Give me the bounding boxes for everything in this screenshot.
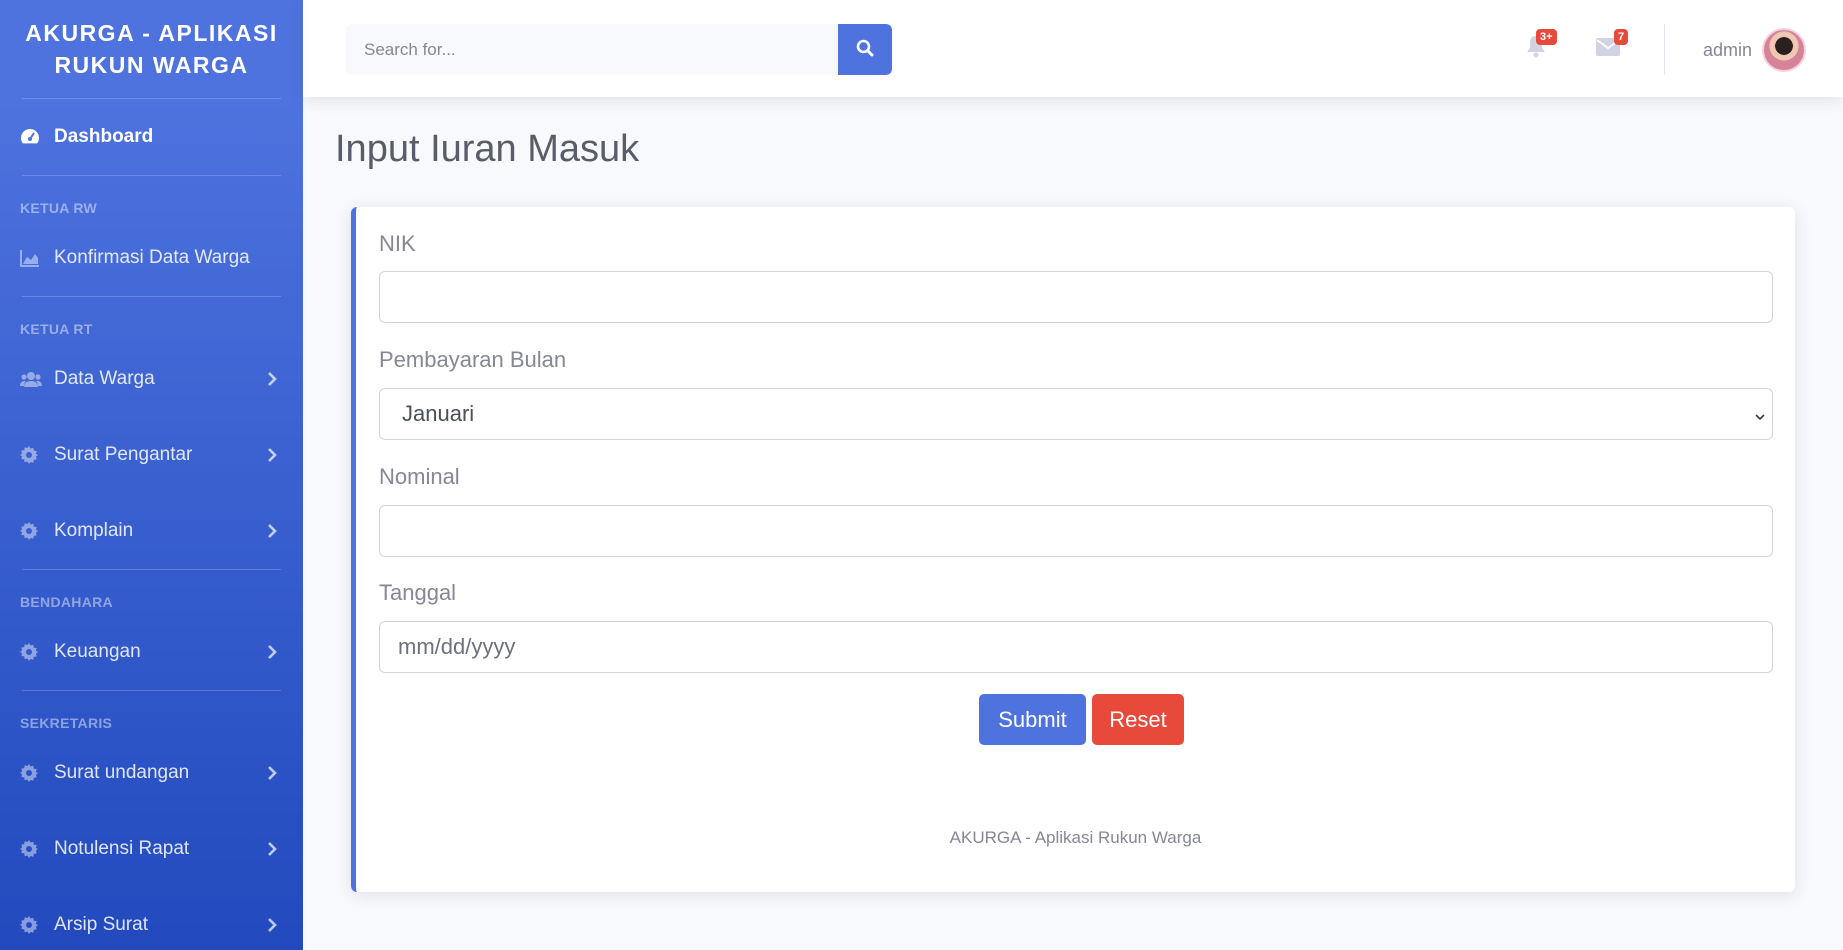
gear-icon	[20, 446, 54, 464]
user-menu[interactable]: admin	[1703, 28, 1807, 72]
sidebar-item-notulensi[interactable]: Notulensi Rapat	[0, 811, 303, 887]
search-button[interactable]	[838, 24, 892, 75]
messages-button[interactable]: 7	[1596, 29, 1629, 61]
tanggal-field[interactable]: mm/dd/yyyy	[379, 621, 1773, 673]
sidebar-item-arsip[interactable]: Arsip Surat	[0, 887, 303, 950]
gear-icon	[20, 840, 54, 858]
nominal-field[interactable]	[379, 505, 1773, 557]
search-input[interactable]	[346, 24, 838, 75]
sidebar-item-label: Arsip Surat	[54, 914, 148, 935]
gear-icon	[20, 764, 54, 782]
bulan-select[interactable]: Januari	[379, 388, 1773, 440]
sidebar-item-label: Notulensi Rapat	[54, 838, 190, 859]
tachometer-icon	[20, 127, 54, 147]
sidebar-item-label: Surat undangan	[54, 762, 190, 783]
topbar-divider	[1664, 24, 1665, 75]
chevron-right-icon	[267, 644, 277, 660]
chevron-right-icon	[267, 917, 277, 933]
sidebar-item-label: Konfirmasi Data Warga	[54, 247, 250, 268]
nik-label: NIK	[379, 231, 416, 256]
footer-text: AKURGA - Aplikasi Rukun Warga	[949, 828, 1202, 847]
alerts-badge: 3+	[1536, 29, 1557, 45]
sidebar-heading-ketua-rw: KETUA RW	[20, 200, 98, 216]
sidebar-item-surat-pengantar[interactable]: Surat Pengantar	[0, 417, 303, 493]
bell-icon	[1526, 36, 1546, 62]
iuran-form-card: NIK Pembayaran Bulan Januari Nominal Tan…	[351, 207, 1795, 892]
sidebar-item-keuangan[interactable]: Keuangan	[0, 614, 303, 690]
submit-button[interactable]: Submit	[979, 694, 1086, 745]
sidebar-heading-bendahara: BENDAHARA	[20, 594, 113, 610]
gear-icon	[20, 916, 54, 934]
sidebar-item-komplain[interactable]: Komplain	[0, 493, 303, 569]
tanggal-label: Tanggal	[379, 580, 457, 605]
sidebar-item-surat-undangan[interactable]: Surat undangan	[0, 735, 303, 811]
chevron-right-icon	[267, 765, 277, 781]
sidebar-item-label: Keuangan	[54, 641, 141, 662]
gear-icon	[20, 643, 54, 661]
gear-icon	[20, 522, 54, 540]
chart-area-icon	[20, 249, 54, 267]
brand-title[interactable]: AKURGA - APLIKASI RUKUN WARGA	[0, 0, 303, 98]
bulan-label: Pembayaran Bulan	[379, 347, 567, 372]
alerts-button[interactable]: 3+	[1526, 29, 1557, 63]
bulan-selected-value: Januari	[402, 401, 475, 426]
sidebar-item-label: Data Warga	[54, 368, 155, 389]
users-icon	[20, 371, 54, 387]
sidebar-heading-sekretaris: SEKRETARIS	[20, 715, 113, 731]
sidebar-heading-ketua-rt: KETUA RT	[20, 321, 93, 337]
search-icon	[856, 39, 874, 60]
username: admin	[1703, 39, 1753, 60]
chevron-down-icon	[1754, 401, 1766, 427]
page-title: Input Iuran Masuk	[335, 128, 640, 170]
sidebar-item-label: Dashboard	[54, 126, 154, 147]
sidebar-item-dashboard[interactable]: Dashboard	[0, 99, 303, 175]
search-bar	[346, 24, 892, 75]
chevron-right-icon	[267, 523, 277, 539]
reset-button[interactable]: Reset	[1092, 694, 1184, 745]
chevron-right-icon	[267, 447, 277, 463]
sidebar-item-data-warga[interactable]: Data Warga	[0, 341, 303, 417]
tanggal-placeholder: mm/dd/yyyy	[398, 634, 516, 659]
envelope-icon	[1596, 38, 1620, 60]
chevron-right-icon	[267, 371, 277, 387]
sidebar-item-konfirmasi[interactable]: Konfirmasi Data Warga	[0, 220, 303, 296]
topbar: 3+ 7 admin	[303, 0, 1843, 97]
avatar	[1762, 28, 1807, 72]
sidebar-item-label: Surat Pengantar	[54, 444, 193, 465]
chevron-right-icon	[267, 841, 277, 857]
nominal-label: Nominal	[379, 464, 460, 489]
sidebar-item-label: Komplain	[54, 520, 134, 541]
sidebar: AKURGA - APLIKASI RUKUN WARGA Dashboard …	[0, 0, 303, 950]
nik-field[interactable]	[379, 271, 1773, 323]
messages-badge: 7	[1614, 29, 1629, 45]
